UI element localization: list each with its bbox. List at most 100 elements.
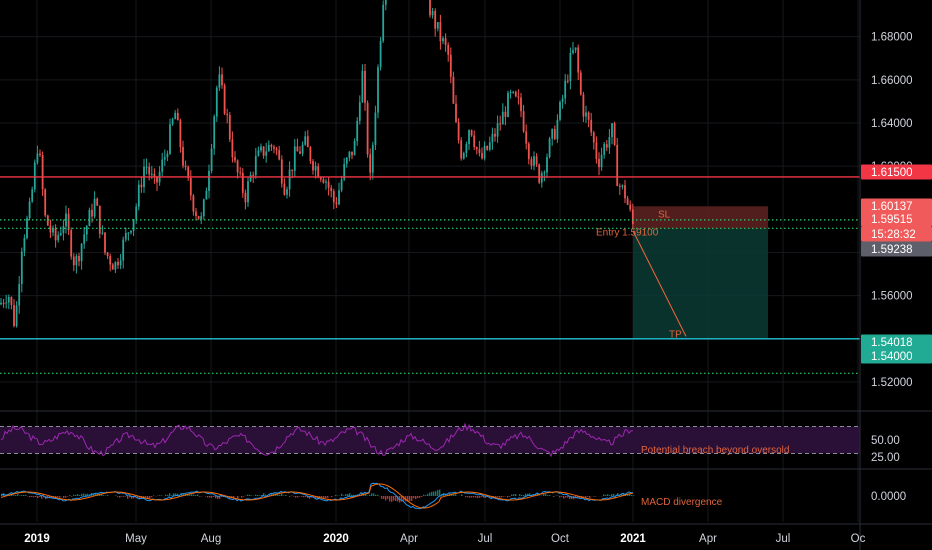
macd-bar	[197, 494, 199, 496]
candle-body	[7, 296, 10, 303]
candle-body	[353, 141, 356, 156]
macd-bar	[559, 496, 561, 498]
candle-body	[499, 123, 502, 125]
macd-bar	[297, 496, 299, 498]
candle-body	[260, 146, 262, 151]
candle-body	[44, 189, 47, 216]
macd-bar	[169, 493, 171, 496]
macd-axis[interactable]: 0.0000	[871, 491, 906, 503]
stop-loss-zone[interactable]	[633, 206, 768, 229]
candle-body	[613, 123, 616, 145]
macd-bar	[377, 494, 379, 496]
candle-body	[254, 155, 257, 176]
macd-bar	[475, 496, 477, 498]
candle-body	[351, 151, 353, 156]
candle-body	[257, 150, 260, 156]
rsi-annotation: Potential breach beyond oversold	[641, 445, 789, 456]
macd-bar	[609, 495, 611, 496]
candle-body	[91, 209, 93, 217]
candle-body	[150, 173, 153, 175]
macd-bar	[35, 496, 37, 498]
macd-bar	[151, 496, 153, 498]
candle-body	[239, 172, 242, 174]
time-tick-label: Jul	[478, 533, 493, 545]
macd-bar	[375, 494, 377, 496]
candle-body	[83, 234, 86, 244]
price-tick-label: 1.64000	[871, 118, 913, 130]
macd-bar	[511, 494, 513, 496]
trading-chart[interactable]: SL Entry 1.59100 TP Potential breach bey…	[0, 0, 932, 550]
candle-body	[49, 225, 52, 233]
macd-bar	[207, 496, 209, 498]
candle-body	[223, 85, 226, 114]
candle-body	[291, 169, 294, 171]
macd-bar	[381, 496, 383, 499]
candle-body	[317, 166, 320, 178]
candle-body	[572, 50, 574, 54]
candle-body	[436, 22, 439, 29]
candle-body	[507, 92, 509, 117]
candle-body	[442, 38, 444, 42]
candle-body	[189, 177, 192, 196]
macd-bar	[83, 493, 85, 496]
rsi-tick-label: 50.00	[871, 435, 900, 447]
macd-bar	[71, 496, 73, 497]
candle-body	[288, 169, 291, 190]
macd-bar	[119, 496, 121, 498]
price-tag-label: 1.54018	[871, 337, 913, 349]
candle-body	[577, 47, 580, 73]
macd-bar	[117, 496, 119, 497]
time-tick-label: Jul	[776, 533, 791, 545]
candle-body	[569, 53, 572, 82]
candle-body	[608, 137, 611, 148]
time-tick-label: May	[125, 533, 147, 545]
candle-body	[221, 74, 223, 86]
macd-bar	[325, 496, 327, 499]
macd-bar	[289, 496, 291, 497]
macd-bar	[587, 496, 589, 497]
candle-body	[215, 87, 218, 117]
candle-body	[579, 72, 582, 95]
macd-bar	[419, 496, 421, 498]
candle-body	[501, 111, 504, 125]
candle-body	[494, 133, 496, 137]
macd-bar	[499, 496, 501, 498]
candle-body	[618, 185, 621, 187]
macd-bar	[429, 492, 431, 496]
macd-bar	[121, 496, 123, 497]
candle-body	[75, 255, 78, 266]
rsi-pane[interactable]: Potential breach beyond oversold	[0, 422, 860, 458]
price-tag-label: 1.59515	[871, 214, 913, 226]
macd-bar	[543, 494, 545, 496]
macd-bar	[345, 494, 347, 496]
macd-bar	[455, 494, 457, 496]
macd-bar	[453, 494, 455, 496]
candle-body	[574, 47, 577, 51]
candle-body	[496, 123, 499, 137]
candle-body	[236, 160, 239, 173]
candle-body	[330, 187, 333, 191]
candle-body	[41, 154, 44, 190]
candle-body	[478, 149, 481, 153]
macd-bar	[515, 494, 517, 496]
candle-body	[213, 116, 216, 149]
macd-bar	[195, 495, 197, 496]
candle-body	[616, 144, 619, 186]
time-tick-label: Aug	[201, 533, 221, 545]
macd-bar	[33, 496, 35, 498]
candle-body	[137, 184, 140, 207]
candle-body	[345, 157, 348, 164]
macd-bar	[107, 495, 109, 496]
candle-body	[62, 226, 65, 234]
take-profit-zone[interactable]	[633, 228, 768, 339]
macd-bar	[565, 496, 567, 498]
candle-body	[2, 302, 5, 304]
candle-body	[273, 146, 275, 149]
candle-body	[10, 296, 13, 306]
candle-body	[13, 305, 15, 327]
macd-bar	[115, 495, 117, 496]
macd-bar	[279, 494, 281, 496]
macd-bar	[327, 496, 329, 498]
macd-bar	[373, 493, 375, 496]
candle-body	[559, 101, 561, 120]
